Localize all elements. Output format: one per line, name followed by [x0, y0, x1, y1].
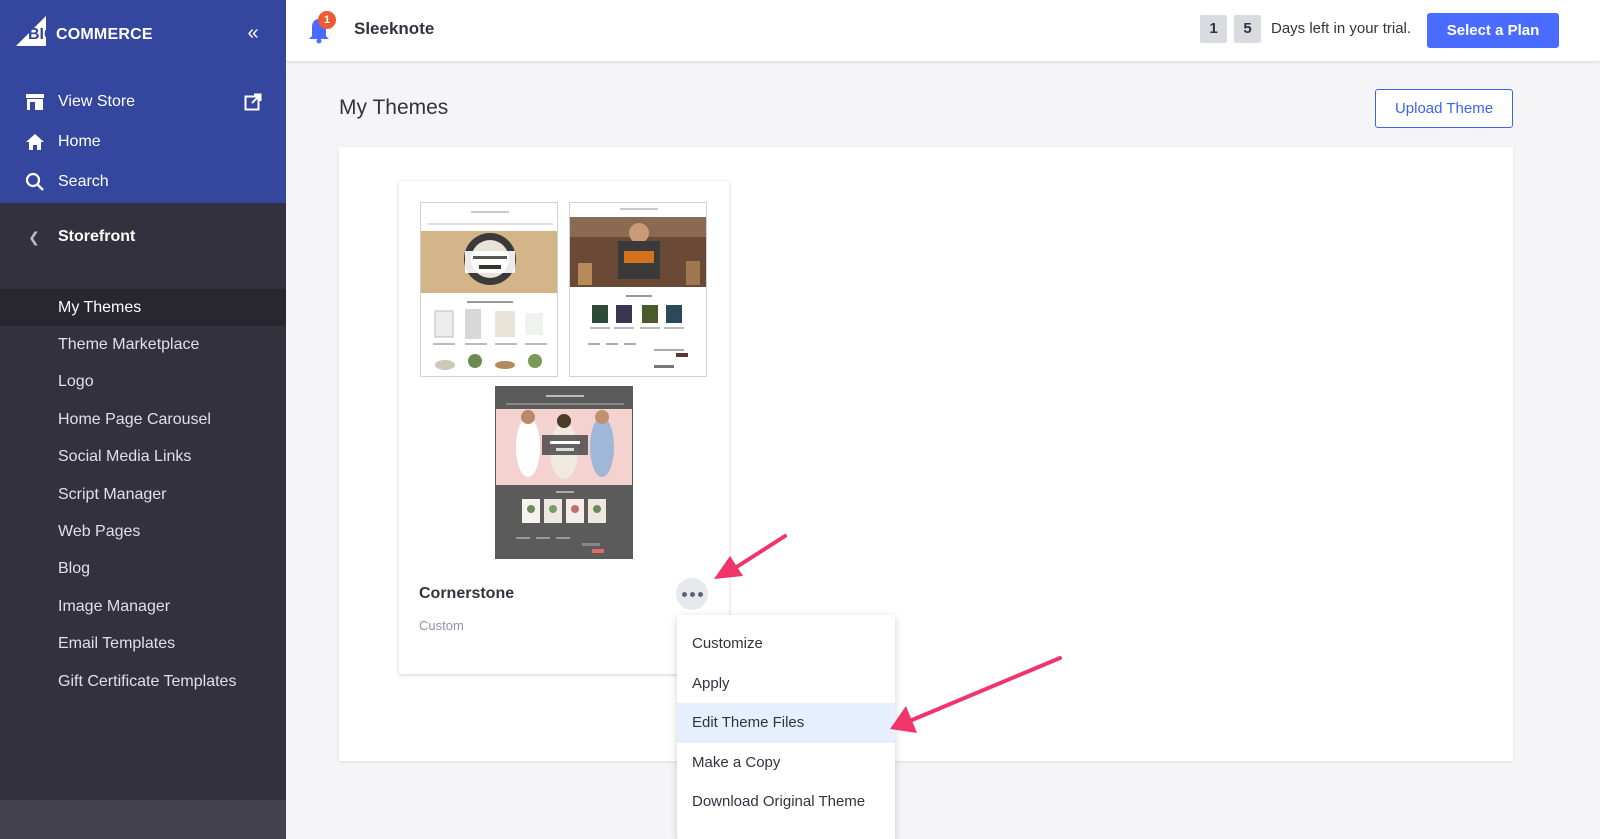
trial-days-digit: 1: [1200, 15, 1227, 43]
sidebar-item-home-page-carousel[interactable]: Home Page Carousel: [0, 401, 286, 438]
home-icon: [24, 131, 46, 153]
sidebar-header: BIG COMMERCE « View Store Home Search: [0, 0, 286, 203]
logo-mark: BIG: [28, 26, 57, 43]
sidebar-item-search[interactable]: Search: [24, 170, 109, 194]
sidebar-item-view-store[interactable]: View Store: [24, 90, 135, 114]
page-title: My Themes: [339, 96, 449, 119]
storefront-nav: My Themes Theme Marketplace Logo Home Pa…: [0, 289, 286, 700]
theme-card[interactable]: Cornerstone Custom: [399, 181, 729, 674]
trial-text: Days left in your trial.: [1271, 20, 1412, 37]
external-link-icon[interactable]: [244, 93, 262, 111]
logo-text: COMMERCE: [56, 26, 153, 43]
menu-item-download-original-theme[interactable]: Download Original Theme: [677, 782, 895, 822]
sidebar-item-gift-certificate-templates[interactable]: Gift Certificate Templates: [0, 663, 286, 700]
store-name: Sleeknote: [354, 19, 435, 38]
storefront-back-button[interactable]: ❮ Storefront: [24, 225, 264, 249]
more-dot: [697, 591, 703, 597]
menu-item-make-a-copy[interactable]: Make a Copy: [677, 743, 895, 783]
sidebar-item-label: Search: [58, 173, 109, 190]
sidebar-item-label: View Store: [58, 93, 136, 110]
search-icon: [24, 171, 46, 193]
sidebar-item-web-pages[interactable]: Web Pages: [0, 513, 286, 550]
theme-name: Cornerstone: [419, 585, 515, 602]
theme-preview-thumbnail: [569, 202, 707, 377]
top-header: 1 Sleeknote 1 5 Days left in your trial.…: [286, 0, 1600, 62]
more-options-button[interactable]: [676, 578, 708, 610]
theme-preview-thumbnail: [420, 202, 558, 377]
theme-preview-thumbnail: [495, 386, 633, 559]
select-plan-button[interactable]: Select a Plan: [1427, 13, 1559, 48]
sidebar-item-home[interactable]: Home: [24, 130, 101, 154]
section-title: Storefront: [58, 228, 136, 245]
sidebar-item-social-media-links[interactable]: Social Media Links: [0, 439, 286, 476]
collapse-sidebar-icon[interactable]: «: [242, 22, 264, 44]
sidebar-footer: [0, 800, 286, 839]
sidebar-item-blog[interactable]: Blog: [0, 551, 286, 588]
theme-actions-menu: Customize Apply Edit Theme Files Make a …: [677, 615, 895, 839]
sidebar-item-image-manager[interactable]: Image Manager: [0, 588, 286, 625]
more-dot: [689, 591, 695, 597]
sidebar-item-email-templates[interactable]: Email Templates: [0, 626, 286, 663]
menu-item-apply[interactable]: Apply: [677, 664, 895, 704]
notification-badge: 1: [318, 11, 336, 29]
theme-type-label: Custom: [419, 618, 464, 633]
sidebar-item-label: Home: [58, 133, 101, 150]
sidebar-item-theme-marketplace[interactable]: Theme Marketplace: [0, 326, 286, 363]
menu-item-edit-theme-files[interactable]: Edit Theme Files: [677, 703, 895, 743]
sidebar-item-logo[interactable]: Logo: [0, 364, 286, 401]
chevron-left-icon: ❮: [28, 228, 40, 245]
storefront-icon: [24, 91, 46, 113]
sidebar-item-my-themes[interactable]: My Themes: [0, 289, 286, 327]
sidebar: BIG COMMERCE « View Store Home Search ❮ …: [0, 0, 286, 839]
menu-item-customize[interactable]: Customize: [677, 624, 895, 664]
sidebar-item-script-manager[interactable]: Script Manager: [0, 476, 286, 513]
trial-days-digit: 5: [1234, 15, 1261, 43]
bigcommerce-logo[interactable]: BIG COMMERCE: [16, 16, 156, 48]
upload-theme-button[interactable]: Upload Theme: [1375, 89, 1513, 128]
more-dots-icon: [681, 591, 687, 597]
